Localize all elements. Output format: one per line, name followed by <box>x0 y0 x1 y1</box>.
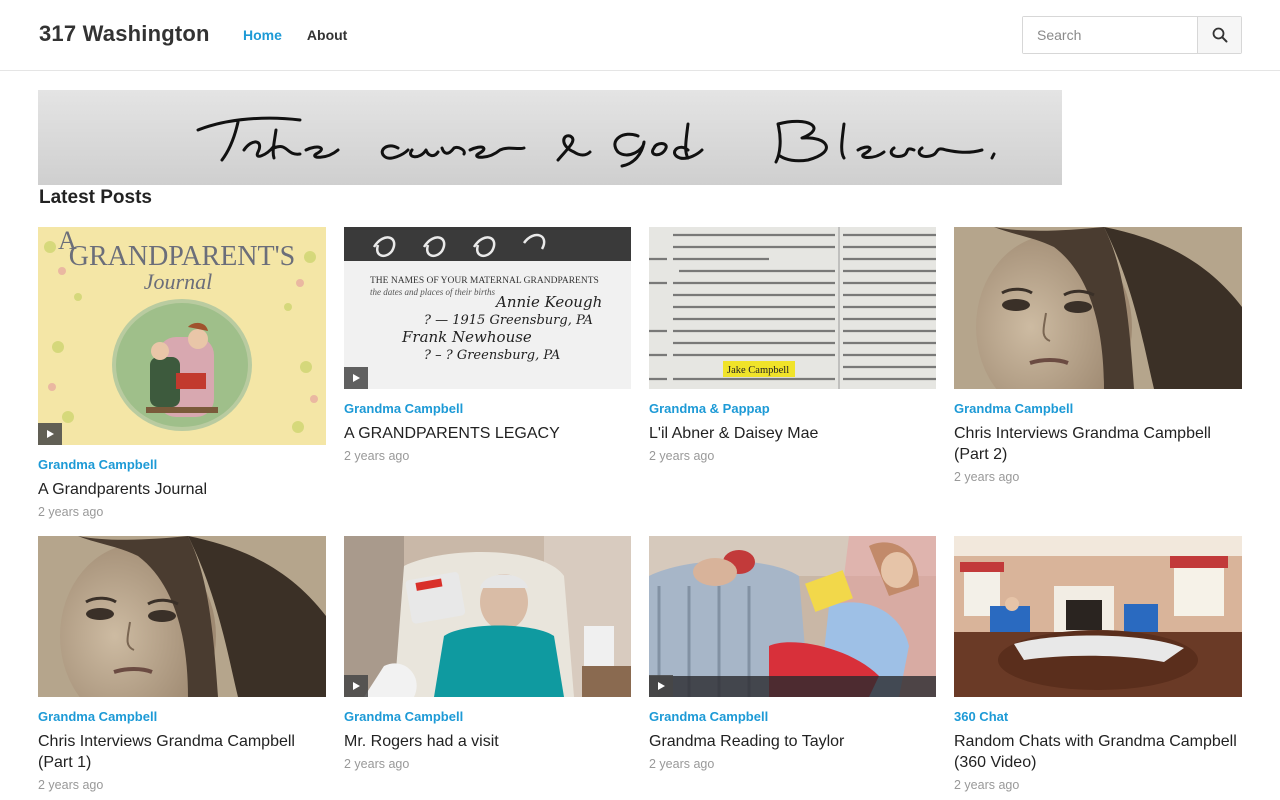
site-header: 317 Washington Home About <box>0 0 1280 71</box>
post-category[interactable]: Grandma Campbell <box>344 401 632 416</box>
post-card: Jake Campbell Grandma & Pappap L'il Abne… <box>649 227 937 463</box>
video-play-icon[interactable] <box>344 367 368 389</box>
post-date: 2 years ago <box>954 470 1020 484</box>
post-card: A GRANDPARENT'S Journal Grandma Campbell… <box>38 227 326 519</box>
post-title[interactable]: Mr. Rogers had a visit <box>344 731 632 752</box>
post-category[interactable]: Grandma & Pappap <box>649 401 937 416</box>
post-category[interactable]: Grandma Campbell <box>954 401 1242 416</box>
post-thumbnail[interactable] <box>954 536 1242 697</box>
post-thumbnail[interactable] <box>38 536 326 697</box>
header-banner-image <box>38 90 1062 185</box>
legacy-hand-line: ? — 1915 Greensburg, PA <box>424 313 593 328</box>
post-thumbnail[interactable] <box>649 536 937 697</box>
post-category[interactable]: Grandma Campbell <box>344 709 632 724</box>
search-form <box>1022 16 1242 54</box>
post-title[interactable]: Random Chats with Grandma Campbell (360 … <box>954 731 1242 773</box>
legacy-subheading: the dates and places of their births <box>370 287 495 297</box>
video-play-icon[interactable] <box>38 423 62 445</box>
main-nav: Home About <box>243 27 347 43</box>
post-title[interactable]: Chris Interviews Grandma Campbell (Part … <box>38 731 326 773</box>
legacy-hand-line: Frank Newhouse <box>401 328 532 346</box>
nav-about[interactable]: About <box>307 27 347 43</box>
post-thumbnail[interactable]: THE NAMES OF YOUR MATERNAL GRANDPARENTS … <box>344 227 632 389</box>
latest-posts-heading: Latest Posts <box>39 187 152 208</box>
post-card: Grandma Campbell Grandma Reading to Tayl… <box>649 536 937 771</box>
post-category[interactable]: Grandma Campbell <box>38 709 326 724</box>
post-card: Grandma Campbell Chris Interviews Grandm… <box>38 536 326 792</box>
journal-title: GRANDPARENT'S <box>69 241 296 272</box>
post-title[interactable]: L'il Abner & Daisey Mae <box>649 423 937 444</box>
post-title[interactable]: A GRANDPARENTS LEGACY <box>344 423 632 444</box>
post-date: 2 years ago <box>649 757 715 771</box>
post-date: 2 years ago <box>38 505 104 519</box>
legacy-hand-line: ? – ? Greensburg, PA <box>424 348 560 363</box>
post-thumbnail[interactable] <box>344 536 632 697</box>
journal-subtitle: Journal <box>144 269 212 294</box>
post-date: 2 years ago <box>344 757 410 771</box>
post-card: THE NAMES OF YOUR MATERNAL GRANDPARENTS … <box>344 227 632 463</box>
video-play-icon[interactable] <box>649 675 673 697</box>
site-title[interactable]: 317 Washington <box>39 21 210 47</box>
post-thumbnail[interactable]: A GRANDPARENT'S Journal <box>38 227 326 445</box>
post-category[interactable]: Grandma Campbell <box>38 457 326 472</box>
search-icon <box>1212 27 1227 43</box>
post-category[interactable]: 360 Chat <box>954 709 1242 724</box>
post-date: 2 years ago <box>954 778 1020 792</box>
video-play-icon[interactable] <box>344 675 368 697</box>
post-thumbnail[interactable]: Jake Campbell <box>649 227 937 389</box>
post-date: 2 years ago <box>649 449 715 463</box>
post-date: 2 years ago <box>38 778 104 792</box>
post-title[interactable]: Grandma Reading to Taylor <box>649 731 937 752</box>
newspaper-highlight: Jake Campbell <box>727 365 789 376</box>
post-date: 2 years ago <box>344 449 410 463</box>
search-button[interactable] <box>1197 17 1241 53</box>
nav-home[interactable]: Home <box>243 27 282 43</box>
post-card: Grandma Campbell Mr. Rogers had a visit … <box>344 536 632 771</box>
post-title[interactable]: A Grandparents Journal <box>38 479 326 500</box>
legacy-hand-line: Annie Keough <box>494 293 602 311</box>
post-card: 360 Chat Random Chats with Grandma Campb… <box>954 536 1242 792</box>
search-input[interactable] <box>1023 17 1197 53</box>
post-title[interactable]: Chris Interviews Grandma Campbell (Part … <box>954 423 1242 465</box>
post-card: Grandma Campbell Chris Interviews Grandm… <box>954 227 1242 484</box>
post-thumbnail[interactable] <box>954 227 1242 389</box>
legacy-heading: THE NAMES OF YOUR MATERNAL GRANDPARENTS <box>370 276 599 286</box>
post-category[interactable]: Grandma Campbell <box>649 709 937 724</box>
